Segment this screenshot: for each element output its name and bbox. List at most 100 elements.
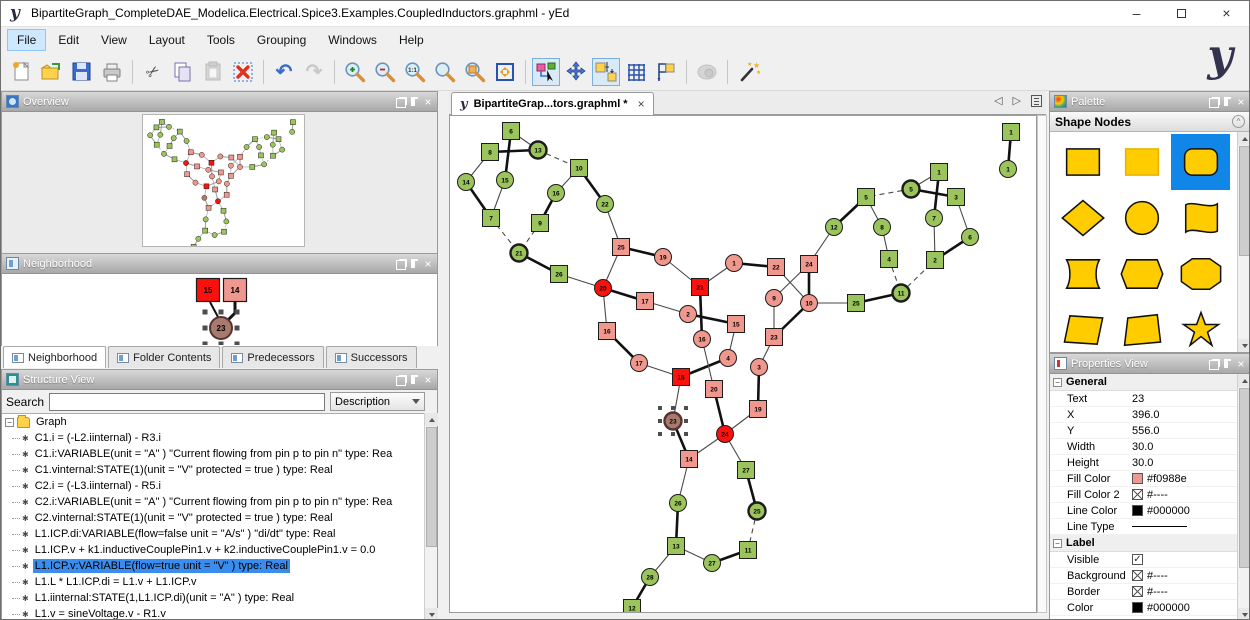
property-row-width[interactable]: Width30.0 [1050,439,1237,455]
palette-shape-round-rectangle[interactable] [1171,134,1230,190]
grid-button[interactable] [622,58,650,86]
pin-icon[interactable] [1224,359,1231,368]
document-tab[interactable]: y BipartiteGrap...tors.graphml * × [451,92,654,115]
wizard-button[interactable]: ★★★ [734,58,762,86]
property-row-height[interactable]: Height30.0 [1050,455,1237,471]
menu-grouping[interactable]: Grouping [247,29,316,51]
navigate-mode-button[interactable] [562,58,590,86]
tree-item[interactable]: ✱C1.vinternal:STATE(1)(unit = "V" protec… [2,462,437,478]
scroll-down-icon[interactable] [1238,339,1250,352]
zoom-selection-button[interactable] [461,58,489,86]
tree-item[interactable]: ✱L1.ICP.di:VARIABLE(flow=false unit = "A… [2,526,437,542]
property-row-background[interactable]: Background#---- [1050,568,1237,584]
close-button[interactable]: × [1204,1,1249,27]
properties-title-bar[interactable]: Properties View × [1050,354,1250,374]
property-row-line-color[interactable]: Line Color#000000 [1050,503,1237,519]
property-row-fill-color[interactable]: Fill Color#f0988e [1050,471,1237,487]
palette-shape-ellipse[interactable] [1112,190,1171,246]
palette-shape-rectangle-plain[interactable] [1112,134,1171,190]
properties-section-label[interactable]: −Label [1050,535,1237,552]
property-row-x[interactable]: X396.0 [1050,407,1237,423]
copy-button[interactable] [169,58,197,86]
tree-item[interactable]: ✱C1.i:VARIABLE(unit = "A" ) "Current flo… [2,446,437,462]
overview-title-bar[interactable]: Overview × [2,92,437,112]
search-input[interactable] [49,393,325,411]
palette-scrollbar[interactable] [1237,132,1250,352]
menu-view[interactable]: View [91,29,137,51]
close-icon[interactable]: × [423,259,433,269]
tree-item[interactable]: ✱L1.L * L1.ICP.di = L1.v + L1.ICP.v [2,574,437,590]
menu-windows[interactable]: Windows [318,29,387,51]
scroll-up-icon[interactable] [1238,132,1250,145]
pin-icon[interactable] [411,375,418,384]
scroll-down-icon[interactable] [1238,608,1250,620]
scroll-down-icon[interactable] [425,608,438,620]
property-row-line-type[interactable]: Line Type [1050,519,1237,535]
zoom-in-button[interactable] [341,58,369,86]
neighborhood-content[interactable]: 151423 [2,274,437,347]
scroll-up-icon[interactable] [425,413,438,426]
zoom-plain-button[interactable] [431,58,459,86]
properties-section-general[interactable]: −General [1050,374,1237,391]
scrollbar-thumb[interactable] [1239,146,1250,256]
menu-help[interactable]: Help [389,29,434,51]
palette-shape-parallelogram[interactable] [1053,302,1112,352]
neighborhood-tab-successors[interactable]: Successors [326,346,417,368]
menu-tools[interactable]: Tools [197,29,245,51]
tree-root-row[interactable]: −Graph [2,414,437,430]
menu-edit[interactable]: Edit [48,29,89,51]
palette-shape-rectangle[interactable] [1053,134,1112,190]
tree-item[interactable]: ✱L1.ICP.v + k1.inductiveCouplePin1.v + k… [2,542,437,558]
pin-icon[interactable] [1224,97,1231,106]
palette-shape-star[interactable] [1171,302,1230,352]
shape-nodes-section-header[interactable]: Shape Nodes ^ [1050,112,1250,132]
palette-shape-diamond[interactable] [1053,190,1112,246]
float-icon[interactable] [1209,98,1219,108]
label-flag-button[interactable] [652,58,680,86]
palette-title-bar[interactable]: Palette × [1050,92,1250,112]
close-icon[interactable]: × [423,375,433,385]
neighborhood-tab-predecessors[interactable]: Predecessors [222,346,323,368]
palette-shape-trapezoid[interactable] [1112,302,1171,352]
collapse-icon[interactable]: − [1053,539,1062,548]
tab-close-icon[interactable]: × [638,97,645,111]
checkbox-checked-icon[interactable]: ✓ [1132,554,1143,565]
close-icon[interactable]: × [423,97,433,107]
minimize-button[interactable]: – [1114,1,1159,27]
delete-button[interactable] [229,58,257,86]
undo-button[interactable]: ↶ [270,58,298,86]
close-icon[interactable]: × [1236,359,1246,369]
edit-mode-button[interactable] [532,58,560,86]
close-icon[interactable]: × [1236,97,1246,107]
overview-thumbnail[interactable] [142,114,305,247]
cut-button[interactable]: ✂ [139,58,167,86]
tree-item[interactable]: ✱C1.i = (-L2.iinternal) - R3.i [2,430,437,446]
float-icon[interactable] [1209,360,1219,370]
menu-layout[interactable]: Layout [139,29,195,51]
maximize-button[interactable] [1159,1,1204,27]
float-icon[interactable] [396,376,406,386]
palette-shape-wave-rectangle[interactable] [1171,190,1230,246]
property-row-y[interactable]: Y556.0 [1050,423,1237,439]
palette-shape-octagon[interactable] [1171,246,1230,302]
property-row-fill-color-2[interactable]: Fill Color 2#---- [1050,487,1237,503]
neighborhood-tab-neighborhood[interactable]: Neighborhood [3,346,106,368]
canvas-scrollbar[interactable] [1037,115,1047,613]
tree-item[interactable]: ✱L1.ICP.v:VARIABLE(flow=true unit = "V" … [2,558,437,574]
collapse-section-icon[interactable]: ^ [1232,115,1245,128]
neighborhood-tab-folder-contents[interactable]: Folder Contents [108,346,220,368]
structure-title-bar[interactable]: Structure View × [2,370,437,390]
next-tab-icon[interactable]: ▷ [1013,94,1021,107]
tree-item[interactable]: ✱L1.iinternal:STATE(1,L1.ICP.di)(unit = … [2,590,437,606]
tab-list-icon[interactable] [1031,95,1042,107]
scroll-up-icon[interactable] [1238,374,1250,387]
prev-tab-icon[interactable]: ◁ [994,94,1002,107]
pin-icon[interactable] [411,97,418,106]
fit-content-button[interactable] [491,58,519,86]
property-row-text[interactable]: Text23 [1050,391,1237,407]
scrollbar-thumb[interactable] [426,427,437,547]
print-button[interactable] [98,58,126,86]
tree-item[interactable]: ✱C2.i = (-L3.iinternal) - R5.i [2,478,437,494]
tree-item[interactable]: ✱L1.v = sineVoltage.v - R1.v [2,606,437,620]
property-row-color[interactable]: Color#000000 [1050,600,1237,616]
